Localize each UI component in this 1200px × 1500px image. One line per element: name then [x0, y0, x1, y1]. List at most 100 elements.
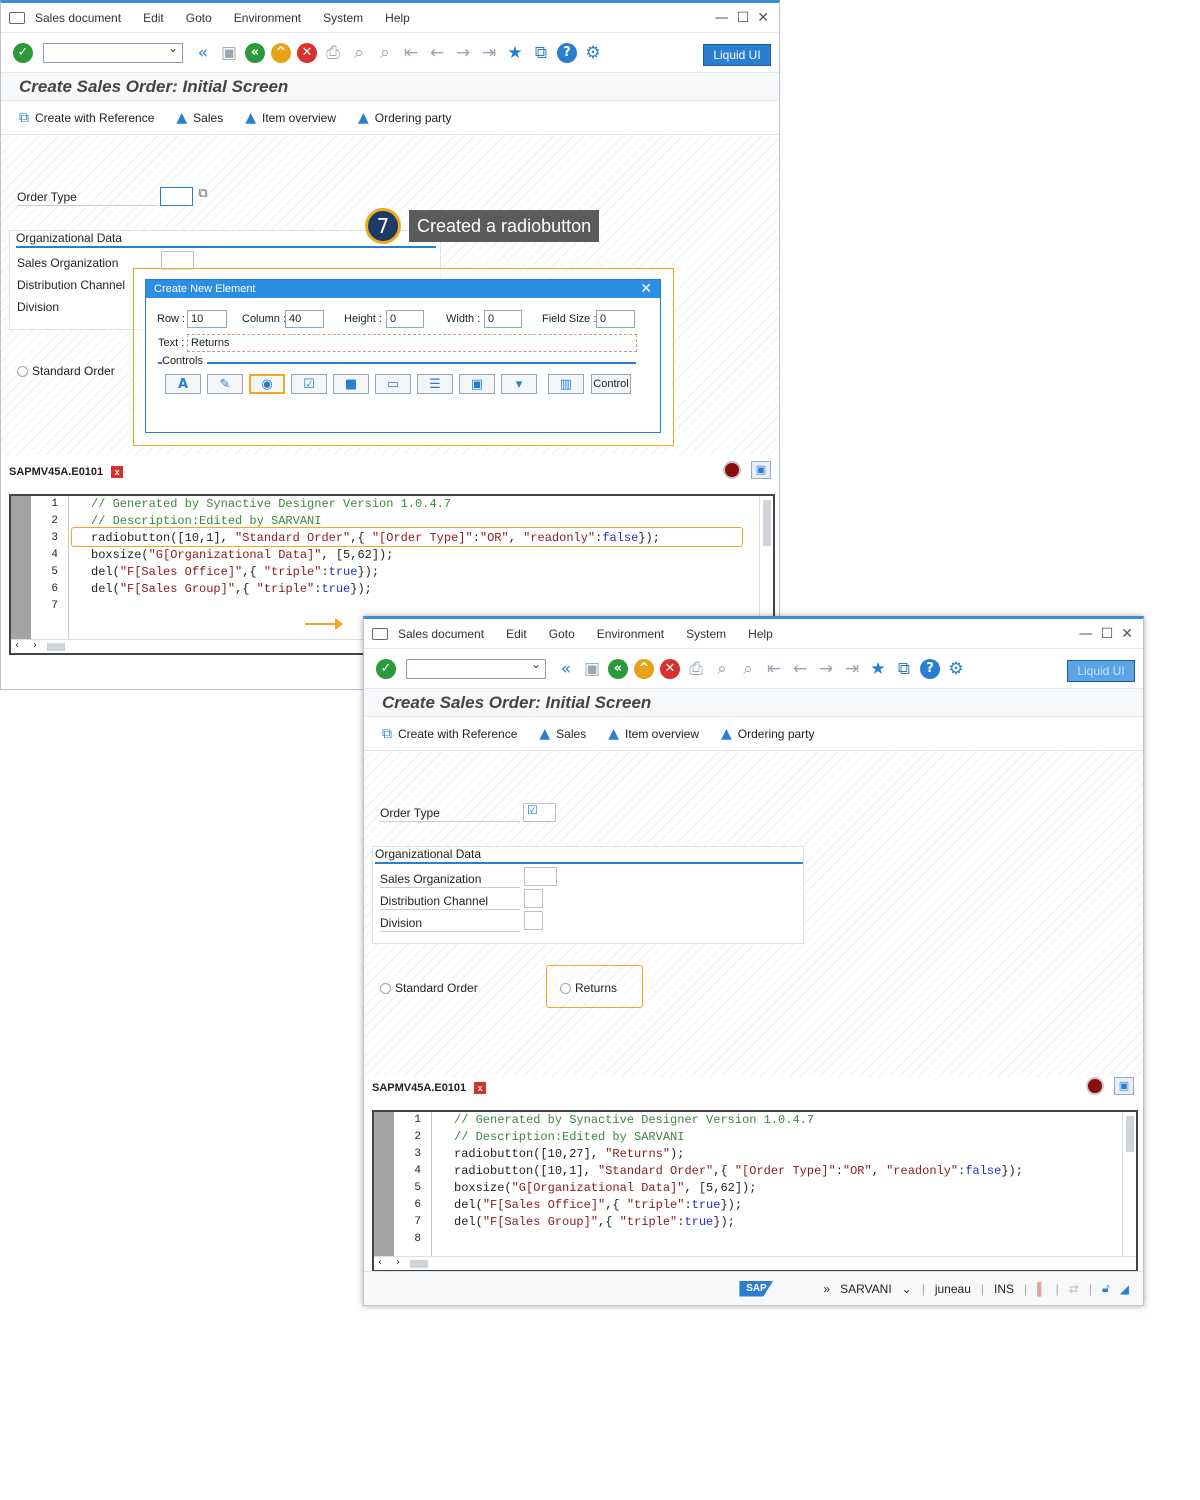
close-tab-icon[interactable]: x [111, 466, 124, 478]
print-icon[interactable]: ⎙ [686, 659, 706, 679]
code-line[interactable]: del("F[Sales Office]",{ "triple":true}); [91, 564, 660, 581]
hscroll-thumb[interactable] [47, 643, 65, 651]
last-page-icon[interactable]: ⇥ [842, 659, 862, 679]
f4-help-icon[interactable]: ⧉ [193, 186, 213, 201]
new-session-icon[interactable]: ★ [868, 659, 888, 679]
hscroll-thumb[interactable] [410, 1260, 428, 1268]
exit-icon[interactable]: ^ [634, 658, 654, 679]
app-menu-icon[interactable] [9, 11, 25, 24]
help-icon[interactable]: ? [557, 42, 577, 63]
division-input[interactable] [524, 911, 543, 930]
row-input[interactable]: 10 [187, 310, 227, 328]
returns-radio[interactable]: Returns [560, 981, 617, 995]
code-line[interactable] [91, 598, 660, 615]
height-input[interactable]: 0 [386, 310, 424, 328]
settings-gear-icon[interactable]: ⚙ [583, 43, 603, 63]
scroll-right-icon[interactable]: › [33, 640, 37, 651]
close-icon[interactable]: ✕ [1121, 626, 1133, 642]
enter-icon[interactable]: ✓ [376, 658, 396, 679]
back-double-icon[interactable]: « [556, 659, 576, 679]
pushbutton-control-icon[interactable]: ■ [333, 374, 369, 394]
app-menu-icon[interactable] [372, 627, 388, 640]
first-page-icon[interactable]: ⇤ [764, 659, 784, 679]
next-page-icon[interactable]: → [816, 659, 836, 679]
sales-button[interactable]: ▲ Sales [176, 110, 223, 126]
menu-environment[interactable]: Environment [597, 627, 664, 641]
expand-status-icon[interactable]: » [823, 1282, 830, 1296]
record-icon[interactable] [1086, 1077, 1104, 1095]
back-double-icon[interactable]: « [193, 43, 213, 63]
menu-system[interactable]: System [686, 627, 726, 641]
script-editor[interactable]: 1 2 3 4 5 6 7 8 // Generated by Synactive Desig… [372, 1110, 1138, 1272]
code-line[interactable]: radiobutton([10,1], "Standard Order",{ "… [454, 1163, 1023, 1180]
width-input[interactable]: 0 [484, 310, 522, 328]
liquid-ui-button[interactable]: Liquid UI [1067, 660, 1135, 682]
item-overview-button[interactable]: ▲ Item overview [608, 726, 699, 742]
dropdown-control-icon[interactable]: ▾ [501, 374, 537, 394]
prev-page-icon[interactable]: ← [790, 659, 810, 679]
column-input[interactable]: 40 [285, 310, 324, 328]
scroll-thumb[interactable] [763, 500, 771, 546]
editor-tab-label[interactable]: SAPMV45A.E0101 [9, 466, 103, 478]
item-overview-button[interactable]: ▲ Item overview [245, 110, 336, 126]
scroll-thumb[interactable] [1126, 1116, 1134, 1152]
enter-icon[interactable]: ✓ [13, 42, 33, 63]
text-control-icon[interactable]: A [165, 374, 201, 394]
image-control-icon[interactable]: ▣ [459, 374, 495, 394]
code-line[interactable]: // Description:Edited by SARVANI [454, 1129, 1023, 1146]
standard-order-radio[interactable]: Standard Order [17, 364, 115, 378]
close-icon[interactable]: ✕ [757, 10, 769, 26]
radiobutton-control-icon[interactable]: ◉ [249, 374, 285, 394]
minimize-icon[interactable]: — [1079, 626, 1093, 642]
editor-tab-label[interactable]: SAPMV45A.E0101 [372, 1082, 466, 1094]
first-page-icon[interactable]: ⇤ [401, 43, 421, 63]
menu-edit[interactable]: Edit [143, 11, 164, 25]
ordering-party-button[interactable]: ▲ Ordering party [721, 726, 814, 742]
code-line[interactable] [454, 1231, 1023, 1248]
scroll-right-icon[interactable]: › [396, 1257, 400, 1268]
vertical-scrollbar[interactable] [1122, 1112, 1136, 1256]
code-line[interactable]: boxsize("G[Organizational Data]", [5,62]… [454, 1180, 1023, 1197]
liquid-ui-button[interactable]: Liquid UI [703, 44, 771, 66]
menu-help[interactable]: Help [748, 627, 773, 641]
print-icon[interactable]: ⎙ [323, 43, 343, 63]
pen-control-icon[interactable]: ✎ [207, 374, 243, 394]
back-icon[interactable]: « [245, 42, 265, 63]
dist-channel-input[interactable] [524, 889, 543, 908]
dialog-close-icon[interactable]: ✕ [640, 281, 652, 297]
scroll-left-icon[interactable]: ‹ [15, 640, 19, 651]
create-with-reference-button[interactable]: ⧉ Create with Reference [19, 110, 154, 126]
record-icon[interactable] [723, 461, 741, 479]
new-session-icon[interactable]: ★ [505, 43, 525, 63]
horizontal-scrollbar[interactable]: ‹ › [374, 1256, 1136, 1270]
table-control-icon[interactable]: ▥ [548, 374, 584, 394]
minimize-icon[interactable]: — [715, 10, 729, 26]
close-tab-icon[interactable]: x [474, 1082, 487, 1094]
shortcut-icon[interactable]: ⧉ [894, 659, 914, 679]
command-field[interactable] [43, 41, 183, 63]
control-button[interactable]: Control [591, 374, 631, 394]
menu-edit[interactable]: Edit [506, 627, 527, 641]
standard-order-radio[interactable]: Standard Order [380, 981, 478, 995]
find-icon[interactable]: ⌕ [349, 43, 369, 63]
shortcut-icon[interactable]: ⧉ [531, 43, 551, 63]
menu-environment[interactable]: Environment [234, 11, 301, 25]
maximize-icon[interactable]: ☐ [1101, 626, 1114, 642]
code-line[interactable]: del("F[Sales Group]",{ "triple":true}); [91, 581, 660, 598]
code-line[interactable]: // Generated by Synactive Designer Versi… [454, 1112, 1023, 1129]
find-icon[interactable]: ⌕ [712, 659, 732, 679]
code-line[interactable]: del("F[Sales Group]",{ "triple":true}); [454, 1214, 1023, 1231]
help-icon[interactable]: ? [920, 658, 940, 679]
text-input[interactable]: Returns [187, 334, 637, 352]
save-icon[interactable]: ▣ [219, 43, 239, 63]
maximize-icon[interactable]: ☐ [737, 10, 750, 26]
next-page-icon[interactable]: → [453, 43, 473, 63]
menu-sales-document[interactable]: Sales document [398, 627, 484, 641]
checkbox-control-icon[interactable]: ☑ [291, 374, 327, 394]
save-script-icon[interactable]: ▣ [751, 461, 771, 479]
sales-button[interactable]: ▲ Sales [539, 726, 586, 742]
cancel-icon[interactable]: ✕ [297, 42, 317, 63]
create-with-reference-button[interactable]: ⧉ Create with Reference [382, 726, 517, 742]
scroll-left-icon[interactable]: ‹ [378, 1257, 382, 1268]
chevron-down-icon[interactable]: ⌄ [902, 1282, 912, 1296]
